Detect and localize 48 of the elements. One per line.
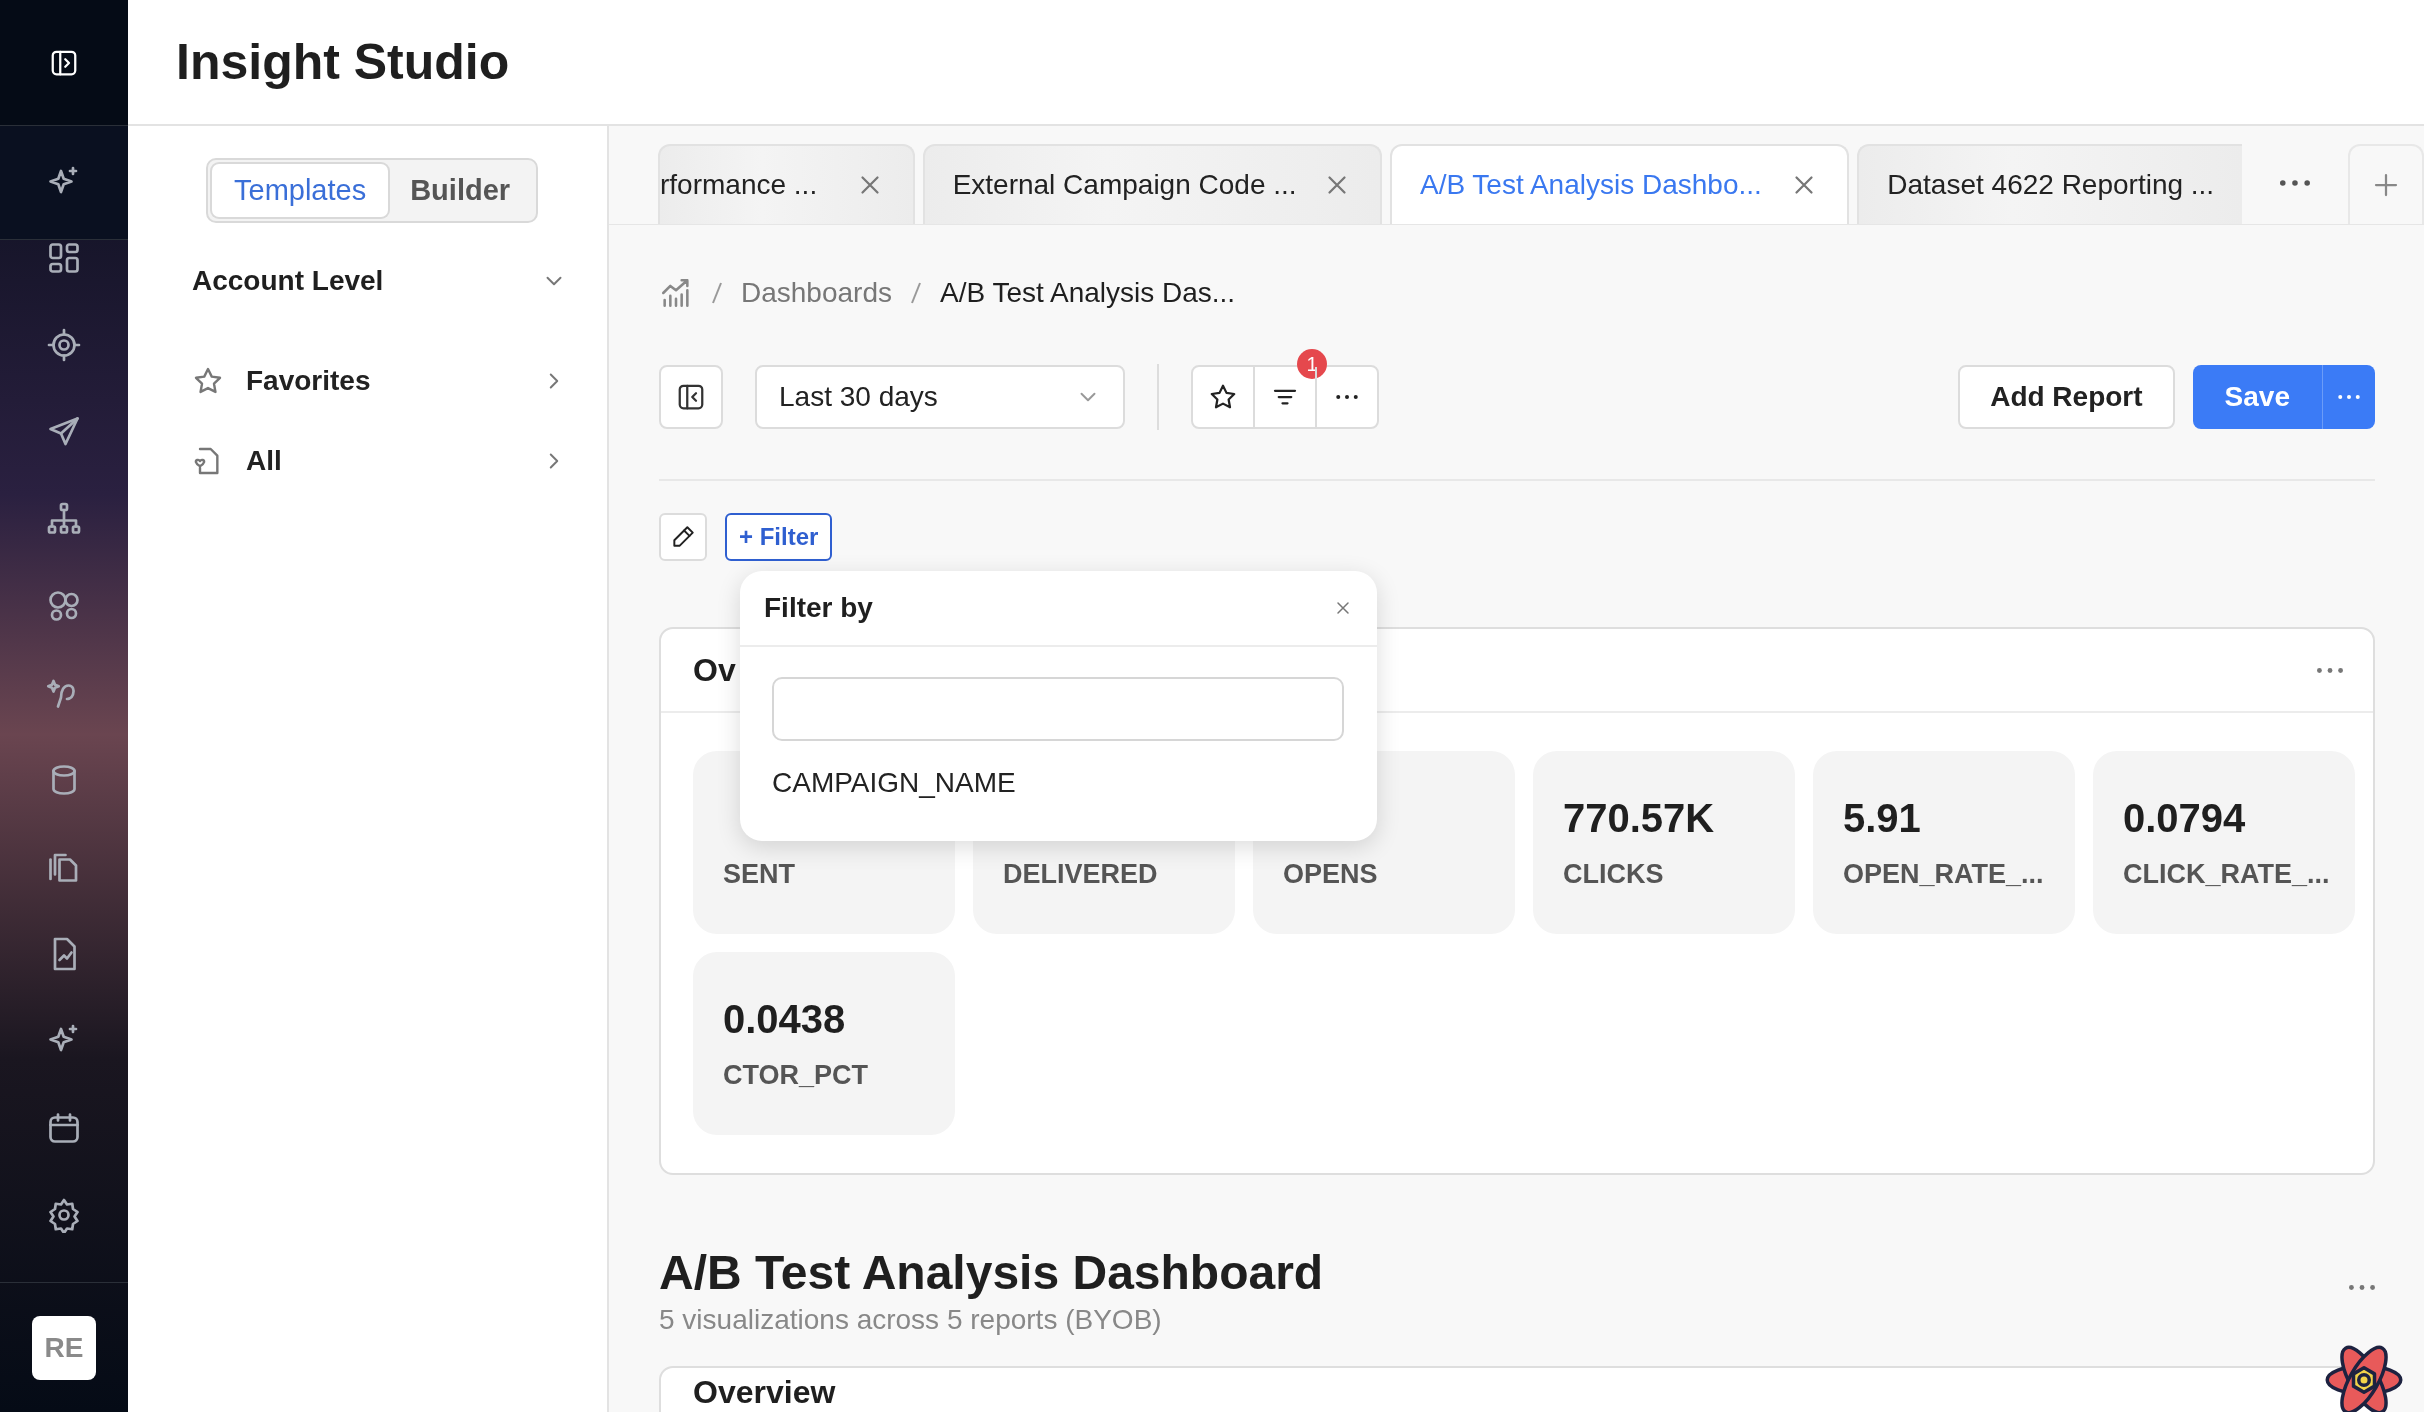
more-icon — [2337, 395, 2361, 399]
section-heading[interactable]: Account Level — [192, 265, 384, 297]
tab[interactable]: rformance ... — [658, 144, 915, 224]
metric-label: CLICKS — [1563, 858, 1665, 890]
tab[interactable]: A/B Test Analysis Dashbo... — [1389, 144, 1850, 224]
card-title: Overview — [693, 1374, 836, 1411]
add-filter-button[interactable]: + Filter — [725, 513, 833, 561]
circles-icon[interactable] — [46, 588, 82, 624]
calendar-icon[interactable] — [46, 1110, 82, 1146]
add-report-button[interactable]: Add Report — [1958, 365, 2175, 429]
panel-collapse-icon — [676, 382, 706, 412]
sidebar-item[interactable]: Favorites — [192, 341, 567, 421]
slash-separator-icon — [711, 281, 723, 305]
grid-icon[interactable] — [46, 240, 82, 276]
metric-value: 0.0794 — [2123, 795, 2247, 841]
metric-label: CTOR_PCT — [723, 1059, 870, 1091]
segment-tab[interactable]: Builder — [388, 164, 533, 217]
app-title: Insight Studio — [176, 33, 510, 91]
metric-label: SENT — [723, 859, 796, 890]
popup-title: Filter by — [764, 592, 873, 624]
metric-label: OPEN_RATE_... — [1843, 858, 2045, 890]
metric-label: OPENS — [1283, 859, 1379, 890]
pencil-icon — [670, 524, 696, 550]
metric-value: 5.91 — [1843, 795, 1922, 841]
tab[interactable]: External Campaign Code ... — [922, 144, 1382, 224]
card-title: Ov — [693, 651, 736, 689]
segment-tab[interactable]: Templates — [212, 164, 389, 217]
filter-option[interactable]: CAMPAIGN_NAME — [772, 767, 1345, 799]
slash-separator-icon — [910, 281, 922, 305]
metric-label: CLICK_RATE_... — [2123, 858, 2331, 890]
collapse-panel-button[interactable] — [659, 365, 723, 429]
metric-label: DELIVERED — [1003, 859, 1159, 890]
dashboard-title: A/B Test Analysis Dashboard — [659, 1245, 1324, 1300]
tab[interactable]: Dataset 4622 Reporting ... — [1857, 144, 2243, 224]
more-icon[interactable] — [1336, 395, 1358, 399]
metric-value: 770.57K — [1563, 795, 1716, 841]
dashboard-subtitle: 5 visualizations across 5 reports (BYOB) — [659, 1304, 1163, 1336]
breadcrumb-link[interactable]: Dashboards — [741, 277, 892, 309]
date-range-dropdown[interactable]: Last 30 days — [755, 365, 1125, 429]
metric-value: 0.0438 — [723, 996, 847, 1042]
settings-icon[interactable] — [46, 1197, 82, 1233]
more-tabs-icon[interactable] — [2280, 180, 2311, 186]
sidebar-item[interactable]: All — [192, 421, 567, 501]
target-icon[interactable] — [46, 327, 82, 363]
edit-button[interactable] — [659, 513, 707, 561]
hierarchy-icon[interactable] — [46, 501, 82, 537]
breadcrumb-current: A/B Test Analysis Das... — [940, 277, 1236, 309]
filter-search-field[interactable] — [772, 677, 1344, 741]
